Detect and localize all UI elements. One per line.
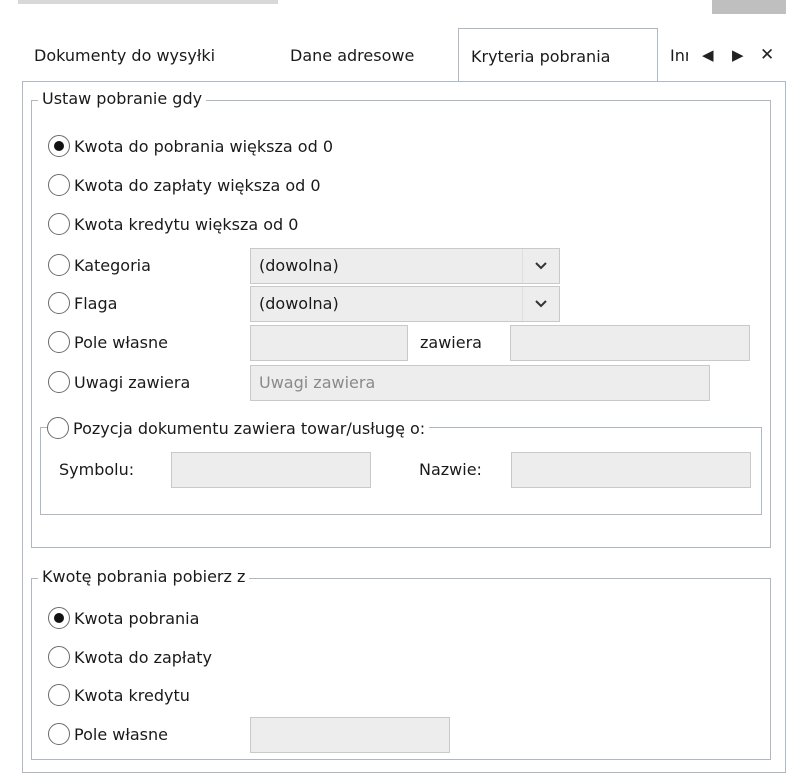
zawiera-label: zawiera xyxy=(420,333,482,352)
nazwie-input[interactable] xyxy=(511,452,751,488)
radio-uwagi-zawiera[interactable]: Uwagi zawiera xyxy=(48,367,190,397)
kategoria-value: (dowolna) xyxy=(259,256,339,275)
flaga-value: (dowolna) xyxy=(259,294,339,313)
chevron-down-icon[interactable] xyxy=(522,249,559,283)
tab-dane-adresowe[interactable]: Dane adresowe xyxy=(278,28,426,82)
window-header-shade xyxy=(712,0,786,14)
radio-kwota-pobrania[interactable]: Kwota pobrania xyxy=(48,603,199,633)
pole-wlasne-select[interactable] xyxy=(250,325,408,361)
radio-label: Kwota do zapłaty większa od 0 xyxy=(74,175,321,195)
radio-indicator[interactable] xyxy=(48,254,70,276)
clipped-header xyxy=(18,0,278,4)
radio-pole-wlasne-2[interactable]: Pole własne xyxy=(48,719,168,749)
zawiera-input[interactable] xyxy=(510,325,750,361)
radio-label: Pozycja dokumentu zawiera towar/usługę o… xyxy=(73,418,426,438)
uwagi-zawiera-input[interactable]: Uwagi zawiera xyxy=(250,365,710,401)
group-ustaw-pobranie: Ustaw pobranie gdy Kwota do pobrania wię… xyxy=(31,89,771,548)
radio-label: Kwota do zapłaty xyxy=(74,647,213,667)
symbolu-label: Symbolu: xyxy=(59,460,135,479)
radio-label: Kwota kredytu większa od 0 xyxy=(74,214,299,234)
tab-dokumenty[interactable]: Dokumenty do wysyłki xyxy=(22,28,227,82)
radio-kwota-do-zaplaty[interactable]: Kwota do zapłaty większa od 0 xyxy=(48,170,321,200)
radio-label: Kategoria xyxy=(74,255,151,275)
radio-kwota-kredytu-2[interactable]: Kwota kredytu xyxy=(48,680,190,710)
radio-flaga[interactable]: Flaga xyxy=(48,288,117,318)
tab-scroll-right-icon[interactable]: ▶ xyxy=(732,40,744,70)
nazwie-label: Nazwie: xyxy=(419,460,482,479)
group-kwote-pobrania: Kwotę pobrania pobierz z Kwota pobrania … xyxy=(31,567,771,760)
radio-indicator[interactable] xyxy=(48,646,70,668)
symbolu-input[interactable] xyxy=(171,452,371,488)
radio-kategoria[interactable]: Kategoria xyxy=(48,250,151,280)
tab-inne[interactable]: Inne xyxy=(658,28,688,82)
radio-pole-wlasne[interactable]: Pole własne xyxy=(48,327,168,357)
group-pozycja-dokumentu: Pozycja dokumentu zawiera towar/usługę o… xyxy=(40,413,762,515)
tab-bar: Dokumenty do wysyłki Dane adresowe Kryte… xyxy=(22,28,786,82)
radio-kwota-do-zaplaty-2[interactable]: Kwota do zapłaty xyxy=(48,642,212,672)
tab-scroll-left-icon[interactable]: ◀ xyxy=(702,40,714,70)
radio-label: Pole własne xyxy=(74,724,168,744)
radio-indicator[interactable] xyxy=(48,174,70,196)
radio-kwota-kredytu[interactable]: Kwota kredytu większa od 0 xyxy=(48,209,298,239)
window-top-strip xyxy=(0,0,786,14)
group-kwote-pobrania-legend: Kwotę pobrania pobierz z xyxy=(38,567,250,586)
radio-kwota-do-pobrania[interactable]: Kwota do pobrania większa od 0 xyxy=(48,131,333,161)
radio-indicator[interactable] xyxy=(48,331,70,353)
radio-indicator[interactable] xyxy=(48,292,70,314)
radio-label: Kwota pobrania xyxy=(74,608,200,628)
radio-label: Flaga xyxy=(74,293,118,313)
radio-indicator[interactable] xyxy=(48,684,70,706)
tab-panel-kryteria: Ustaw pobranie gdy Kwota do pobrania wię… xyxy=(22,81,786,773)
radio-label: Uwagi zawiera xyxy=(74,372,191,392)
radio-indicator[interactable] xyxy=(48,723,70,745)
radio-label: Pole własne xyxy=(74,332,168,352)
radio-label: Kwota do pobrania większa od 0 xyxy=(74,136,333,156)
group-ustaw-pobranie-legend: Ustaw pobranie gdy xyxy=(38,89,207,108)
kategoria-select[interactable]: (dowolna) xyxy=(250,248,560,284)
chevron-down-icon[interactable] xyxy=(522,287,559,321)
radio-pozycja-dokumentu[interactable]: Pozycja dokumentu zawiera towar/usługę o… xyxy=(47,413,430,443)
radio-indicator[interactable] xyxy=(48,607,70,629)
flaga-select[interactable]: (dowolna) xyxy=(250,286,560,322)
close-icon[interactable]: ✕ xyxy=(760,40,774,70)
radio-indicator[interactable] xyxy=(48,371,70,393)
radio-indicator[interactable] xyxy=(47,417,69,439)
radio-label: Kwota kredytu xyxy=(74,685,190,705)
tab-kryteria-pobrania[interactable]: Kryteria pobrania xyxy=(458,28,658,82)
pole-wlasne-2-select[interactable] xyxy=(250,717,450,753)
radio-indicator[interactable] xyxy=(48,135,70,157)
radio-indicator[interactable] xyxy=(48,213,70,235)
